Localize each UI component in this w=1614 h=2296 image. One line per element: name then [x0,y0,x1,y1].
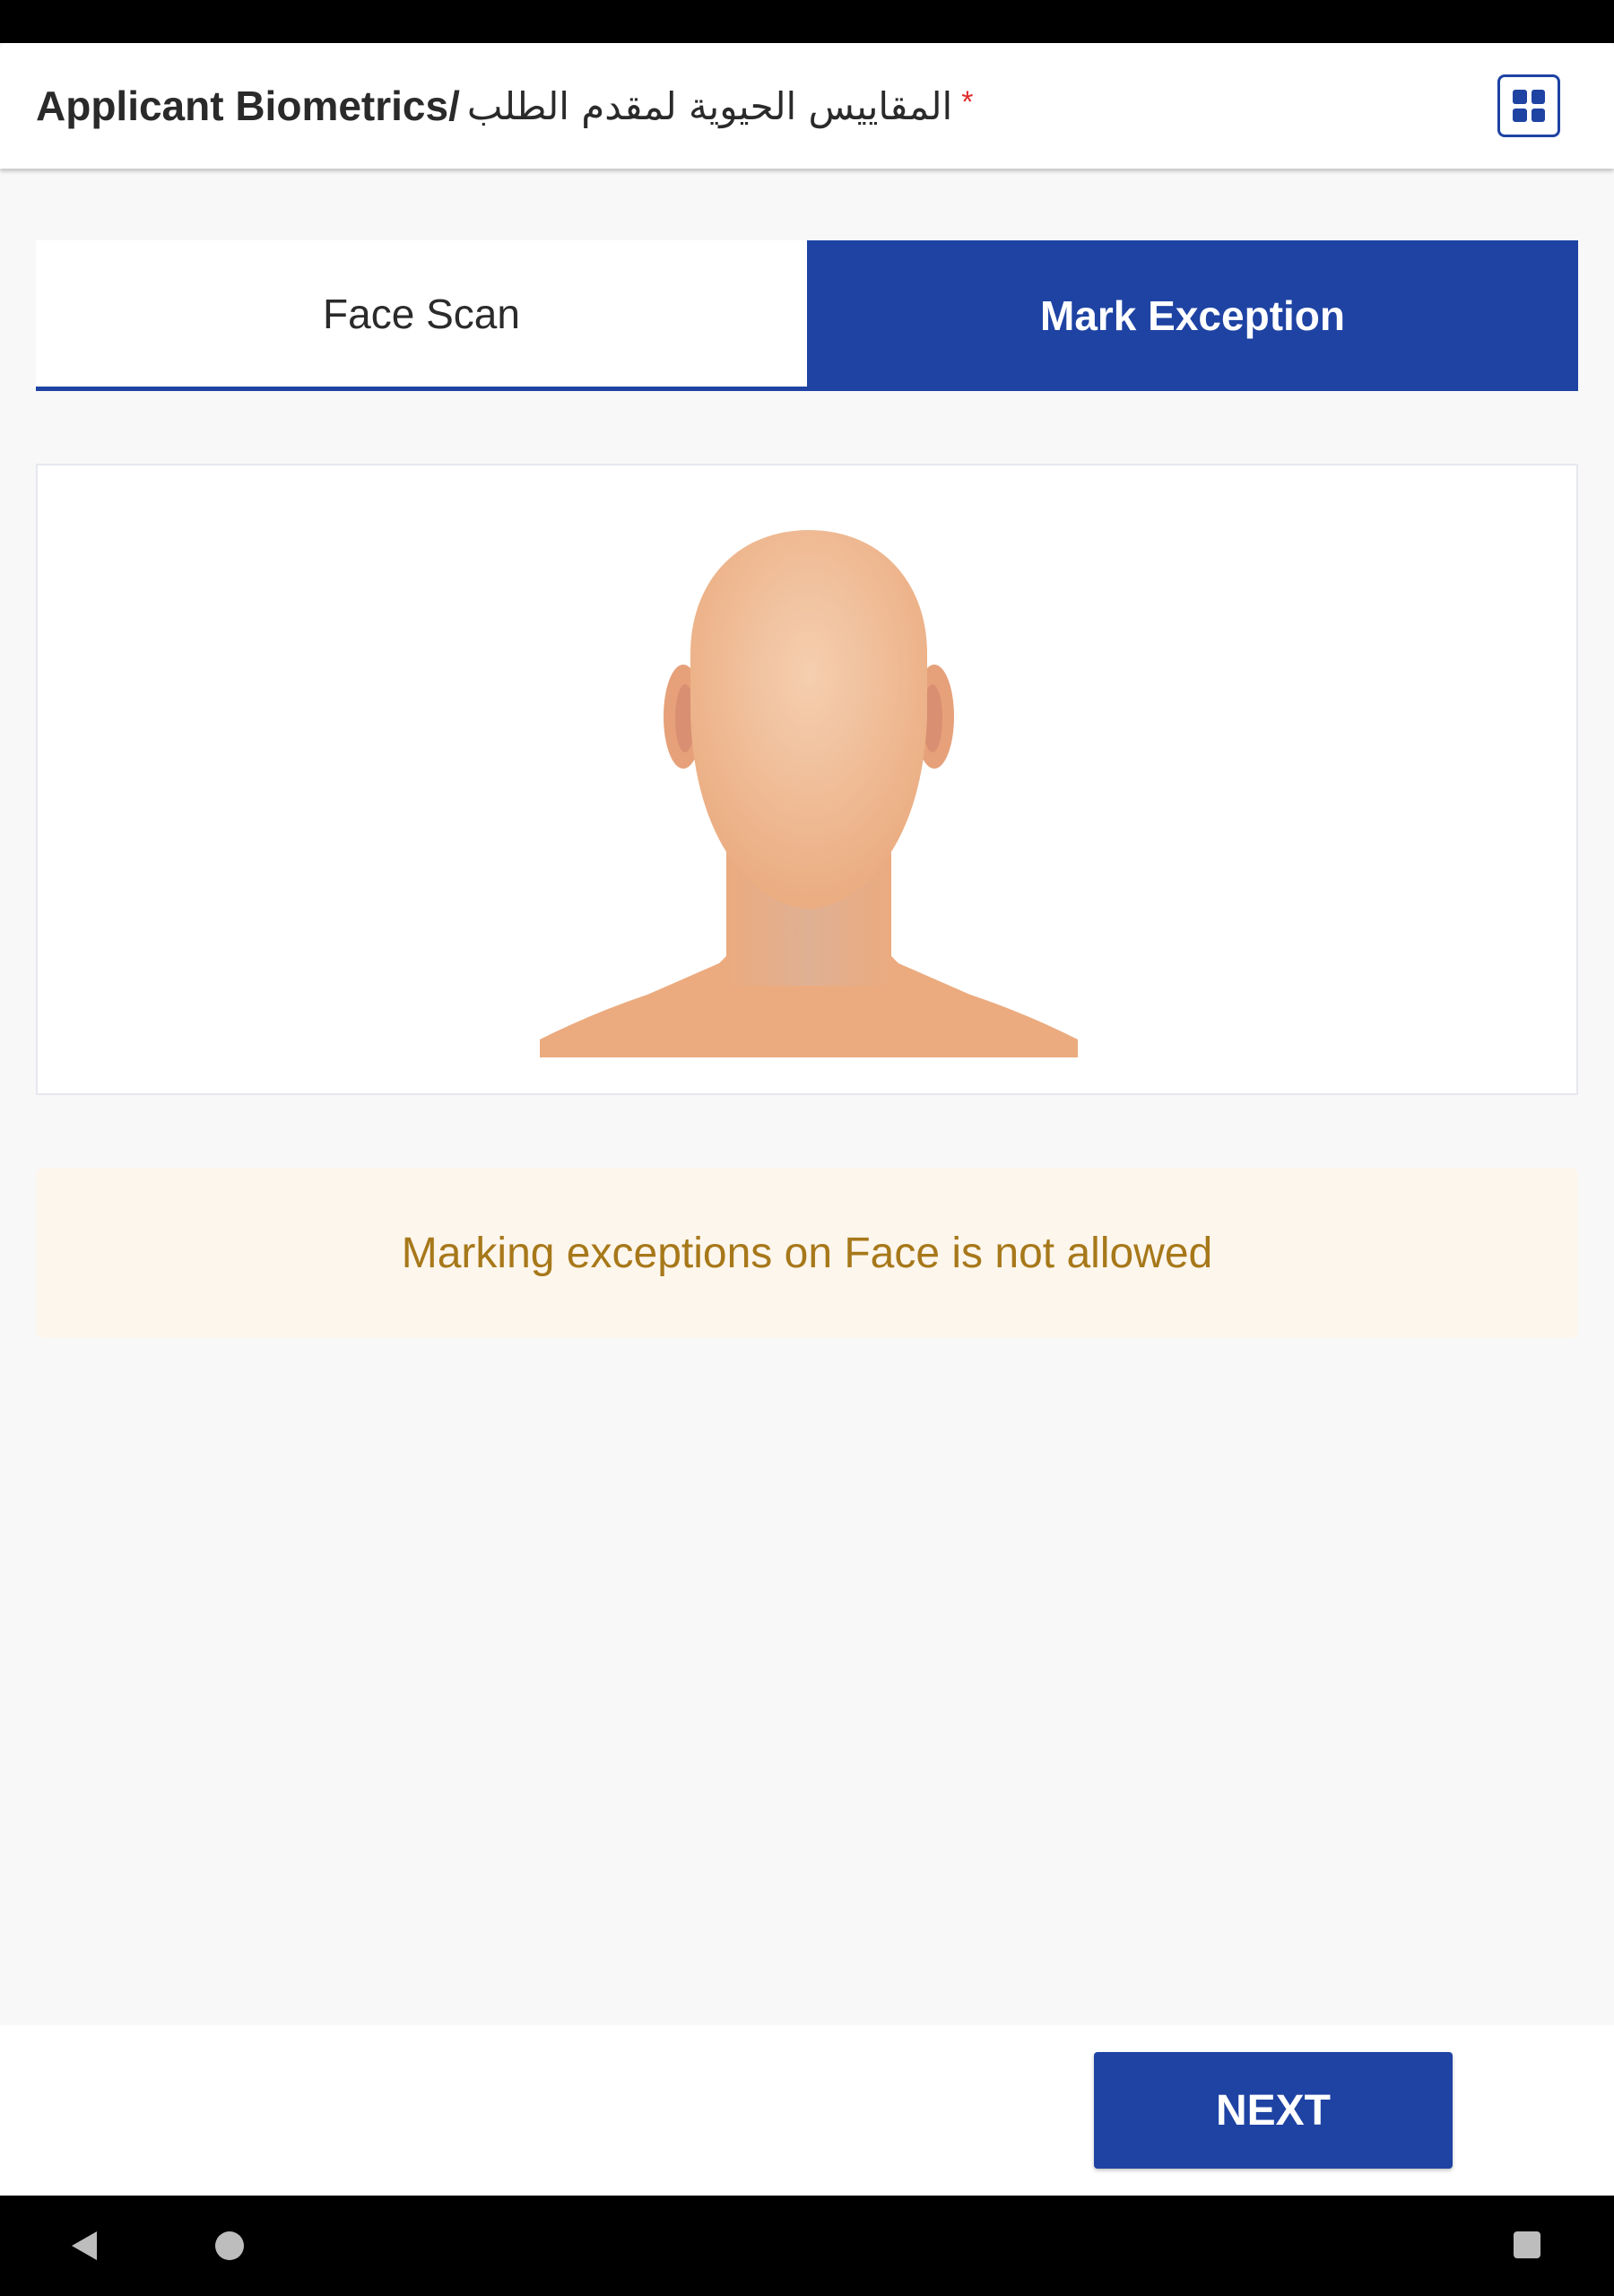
app-header: Applicant Biometrics/ المقاييس الحيوية ل… [0,43,1614,169]
tab-mark-exception[interactable]: Mark Exception [807,240,1578,391]
grid-menu-button[interactable] [1497,74,1560,137]
system-navigation-bar [0,2196,1614,2296]
home-circle-icon[interactable] [215,2231,244,2260]
footer-bar: NEXT [0,2025,1614,2196]
page-title-english: Applicant Biometrics/ [36,83,460,129]
back-triangle-icon[interactable] [70,2230,99,2262]
biometric-tabs: Face Scan Mark Exception [36,240,1578,391]
status-bar [0,0,1614,43]
recent-square-icon[interactable] [1514,2231,1540,2258]
page-title: Applicant Biometrics/ المقاييس الحيوية ل… [36,43,973,169]
face-preview-panel [36,464,1578,1095]
face-silhouette-icon [540,530,1078,1057]
grid-icon [1513,90,1545,122]
warning-message: Marking exceptions on Face is not allowe… [401,1229,1213,1277]
required-marker: * [961,84,974,119]
page-title-arabic: المقاييس الحيوية لمقدم الطلب [466,83,953,128]
next-button[interactable]: NEXT [1094,2052,1453,2169]
exception-warning-banner: Marking exceptions on Face is not allowe… [36,1168,1578,1338]
tab-face-scan[interactable]: Face Scan [36,240,807,391]
